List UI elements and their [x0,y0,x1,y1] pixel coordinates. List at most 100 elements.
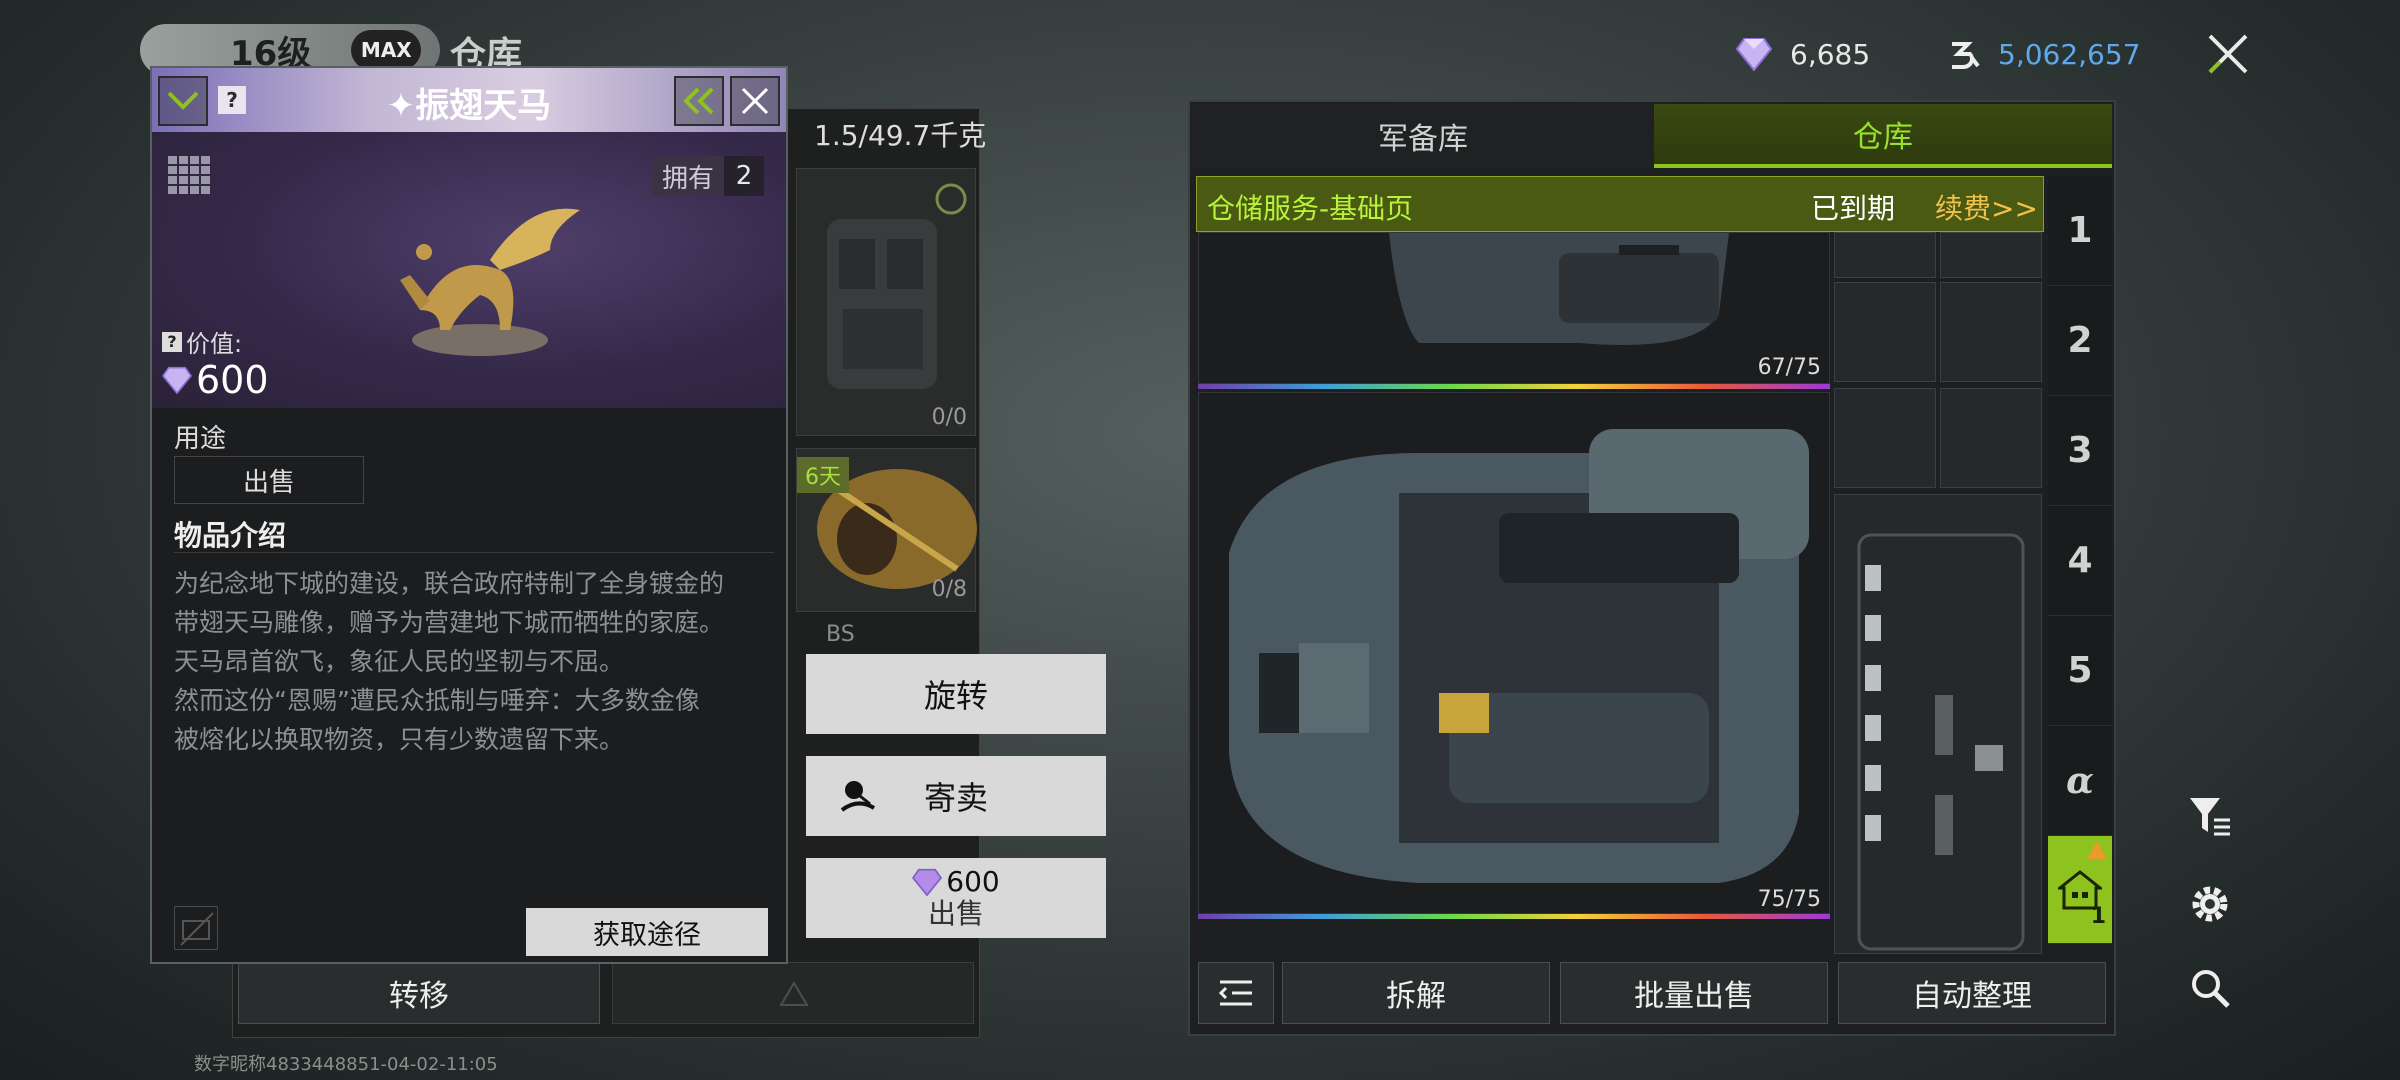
storage-grid-cell[interactable] [1940,282,2042,382]
owned-label: 拥有 [661,163,714,194]
durability-bar [1198,384,1830,389]
gem-balance: 6,685 [1736,32,1870,76]
page-tabs: 1 2 3 4 5 α 1 [2048,176,2112,952]
bulk-sell-button[interactable]: 批量出售 [1560,962,1828,1024]
help-icon[interactable]: ? [162,331,182,352]
search-icon[interactable] [2186,964,2234,1012]
description-line: 被熔化以换取物资，只有少数遗留下来。 [174,725,625,754]
sell-button[interactable]: 600 出售 [806,858,1106,938]
usage-sell-tag: 出售 [174,456,364,504]
gear-icon[interactable] [2186,880,2234,928]
sell-price-row: 600 [912,865,1000,898]
auto-sort-button[interactable]: 自动整理 [1838,962,2106,1024]
value-label-row: ? 价值: [162,324,242,359]
diamond-icon [162,366,192,394]
page-tab-4[interactable]: 4 [2048,506,2112,616]
coin-amount: 5,062,657 [1998,37,2141,71]
usage-title: 用途 [174,424,227,454]
double-chevron-left-icon [683,87,714,115]
consign-label: 寄卖 [923,779,988,817]
owned-badge: 拥有 2 [651,156,764,196]
acquire-source-button[interactable]: 获取途径 [526,908,768,956]
no-trade-icon [174,906,218,950]
transfer-button[interactable]: 转移 [238,962,600,1024]
slot-count: 75/75 [1757,887,1821,912]
cell-count: 0/0 [931,405,967,430]
item-description: 为纪念地下城的建设，联合政府特制了全身镀金的 带翅天马雕像，赠予为营建地下城而牺… [174,564,774,759]
value-label: 价值: [186,330,243,358]
service-status: 已到期 [1811,192,1896,225]
storage-slot[interactable]: 75/75 [1198,392,1830,914]
storage-grid-cell[interactable] [1940,388,2042,488]
item-name: 振翅天马 [415,86,552,126]
pegasus-statue-icon [400,208,580,356]
home-tab-number: 1 [2090,904,2106,929]
sparkle-icon: ✦ [386,86,416,126]
backpack-icon [1389,233,1729,345]
value-row: 600 [162,358,269,402]
renew-link[interactable]: 续费>> [1935,187,2038,227]
storage-slot[interactable] [1834,494,2042,954]
page-tab-2[interactable]: 2 [2048,286,2112,396]
inventory-cell[interactable]: 6天 0/8 [796,448,977,612]
service-title: 仓储服务-基础页 [1207,192,1414,225]
tab-armory[interactable]: 军备库 [1192,104,1654,168]
page-tab-1[interactable]: 1 [2048,176,2112,286]
warning-icon [2087,841,2107,859]
grid-icon[interactable] [168,156,212,196]
storage-grid-cell[interactable] [1834,282,1936,382]
coin-balance: 5,062,657 [1944,32,2141,76]
cell-count: 0/8 [931,577,967,602]
owned-count: 2 [724,156,764,196]
diamond-icon [912,868,943,896]
description-line: 为纪念地下城的建设，联合政府特制了全身镀金的 [174,569,725,598]
max-badge: MAX [351,30,422,70]
item-value: 600 [196,358,269,402]
ammo-case-icon [1857,533,2025,951]
back-button[interactable] [674,76,724,126]
consign-button[interactable]: 寄卖 [806,756,1106,836]
storage-slot[interactable]: 67/75 [1198,232,1830,384]
close-panel-button[interactable] [730,76,780,126]
storage-grid-cell[interactable] [1834,388,1936,488]
sell-price: 600 [946,865,1000,898]
page-tab-home[interactable]: 1 [2048,836,2112,944]
description-line: 天马昂首欲飞，象征人民的坚韧与不屈。 [174,647,625,676]
storage-grid-cell[interactable] [1940,232,2042,278]
menu-collapse-icon [1218,980,1252,1006]
auction-hammer-icon [840,781,876,812]
inventory-cell[interactable]: 0/0 [796,168,976,436]
slot-count: 67/75 [1757,355,1821,380]
diamond-icon [1736,38,1772,71]
storage-service-bar: 仓储服务-基础页 已到期 续费>> [1196,176,2044,232]
disabled-button [612,962,974,1024]
dismantle-button[interactable]: 拆解 [1282,962,1550,1024]
description-title: 物品介绍 [174,519,287,552]
tab-storage[interactable]: 仓库 [1654,104,2112,168]
cell-tag: BS [826,622,855,647]
item-detail-header: ? ✦振翅天马 [152,68,786,132]
page-tab-3[interactable]: 3 [2048,396,2112,506]
description-line: 然而这份“恩赐”遭民众抵制与唾弃：大多数金像 [174,686,700,715]
storage-grid-cell[interactable] [1834,232,1936,278]
page-tab-alpha[interactable]: α [2048,726,2112,836]
coin-icon [1952,42,1980,69]
weight-readout: 1.5/49.7千克 [814,119,987,152]
item-detail-panel: ? ✦振翅天马 拥有 2 ? 价值: 600 用途 出售 物品介绍 为纪念地下城… [150,66,788,964]
description-line: 带翅天马雕像，赠予为营建地下城而牺牲的家庭。 [174,608,725,637]
hiking-backpack-icon [1229,429,1809,883]
sell-label: 出售 [927,897,984,930]
filter-icon[interactable] [2186,792,2234,840]
tactical-vest-icon [827,183,967,389]
page-tab-5[interactable]: 5 [2048,616,2112,726]
durability-bar [1198,914,1830,919]
warning-icon [779,981,809,1006]
close-icon [741,87,769,115]
duration-badge: 6天 [797,457,849,493]
divider [174,552,774,553]
close-icon[interactable] [2200,26,2256,82]
list-menu-button[interactable] [1198,962,1274,1024]
item-artwork: 拥有 2 ? 价值: 600 [152,132,786,408]
gem-amount: 6,685 [1790,37,1871,71]
rotate-button[interactable]: 旋转 [806,654,1106,734]
